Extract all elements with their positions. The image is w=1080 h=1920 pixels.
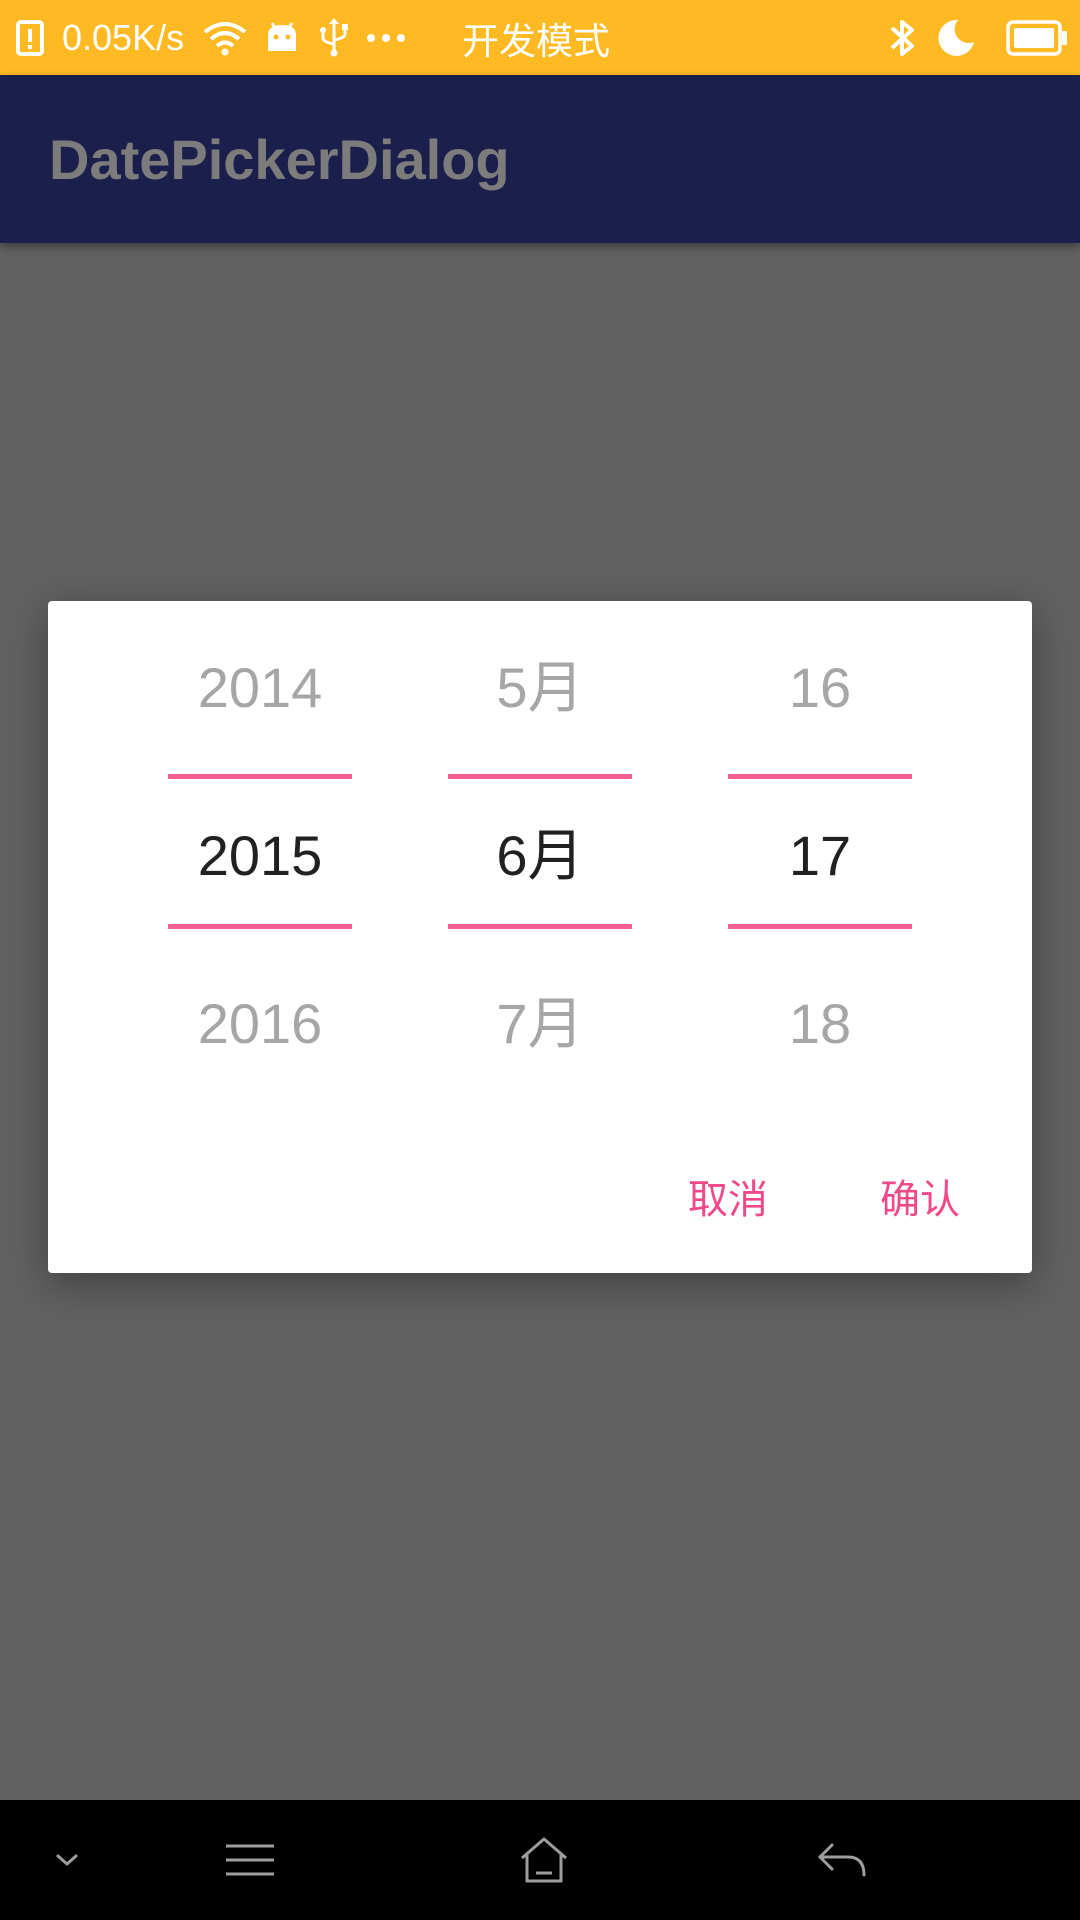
network-speed: 0.05K/s (62, 16, 185, 58)
chevron-down-icon[interactable] (40, 1800, 94, 1920)
more-dots-icon (366, 0, 406, 75)
day-next[interactable]: 18 (728, 989, 912, 1059)
year-picker[interactable]: 2014 2015 2016 (168, 601, 352, 1101)
usb-icon (318, 0, 350, 75)
year-divider-bottom (168, 924, 352, 929)
day-selected[interactable]: 17 (728, 821, 912, 891)
year-next[interactable]: 2016 (168, 989, 352, 1059)
year-prev[interactable]: 2014 (168, 653, 352, 723)
wifi-icon (203, 0, 247, 75)
month-next[interactable]: 7月 (448, 989, 632, 1059)
month-picker[interactable]: 5月 6月 7月 (448, 601, 632, 1101)
app-bar: DatePickerDialog (0, 75, 1080, 243)
date-picker-dialog: 2014 2015 2016 5月 6月 7月 16 17 18 取消 确认 (48, 601, 1032, 1273)
battery-icon (1006, 0, 1068, 75)
year-divider-top (168, 774, 352, 779)
confirm-button[interactable]: 确认 (850, 1166, 990, 1226)
menu-icon[interactable] (210, 1800, 290, 1920)
android-icon (264, 0, 300, 75)
month-divider-bottom (448, 924, 632, 929)
status-bar: 0.05K/s 开发模式 (0, 0, 1080, 75)
month-selected[interactable]: 6月 (448, 821, 632, 891)
day-picker[interactable]: 16 17 18 (728, 601, 912, 1101)
mode-title: 开发模式 (462, 19, 610, 63)
home-icon[interactable] (500, 1800, 588, 1920)
year-selected[interactable]: 2015 (168, 821, 352, 891)
month-divider-top (448, 774, 632, 779)
moon-icon (936, 0, 976, 75)
sim-icon (16, 0, 48, 75)
cancel-button[interactable]: 取消 (658, 1166, 798, 1226)
day-divider-top (728, 774, 912, 779)
month-prev[interactable]: 5月 (448, 653, 632, 723)
day-divider-bottom (728, 924, 912, 929)
back-icon[interactable] (800, 1800, 884, 1920)
app-title: DatePickerDialog (49, 127, 510, 191)
navigation-bar (0, 1800, 1080, 1920)
day-prev[interactable]: 16 (728, 653, 912, 723)
bluetooth-icon (886, 0, 918, 75)
